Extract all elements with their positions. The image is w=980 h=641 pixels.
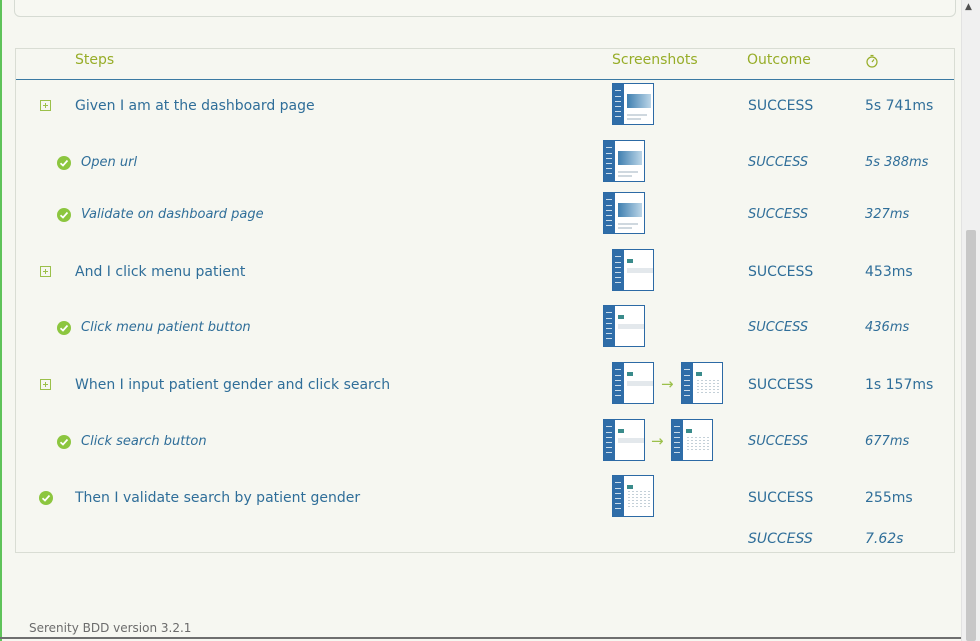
screenshot-thumbnail[interactable] xyxy=(612,362,654,404)
outcome-value: SUCCESS xyxy=(748,98,814,114)
step-label: Given I am at the dashboard page xyxy=(75,98,315,114)
outcome-value: SUCCESS xyxy=(748,264,814,280)
summary-card xyxy=(14,0,956,17)
duration-value: 5s 388ms xyxy=(865,155,929,170)
substep-label: Click menu patient button xyxy=(81,320,251,335)
duration-value: 327ms xyxy=(865,207,910,222)
step-label: And I click menu patient xyxy=(75,264,246,280)
total-row: SUCCESS 7.62s xyxy=(16,530,954,574)
screenshots-header: Screenshots xyxy=(612,52,698,68)
total-outcome: SUCCESS xyxy=(748,531,813,547)
screenshot-thumbnail[interactable] xyxy=(612,83,654,125)
stopwatch-icon xyxy=(865,54,879,72)
duration-value: 1s 157ms xyxy=(865,377,934,393)
outcome-value: SUCCESS xyxy=(748,155,809,170)
substep-row: Open url SUCCESS 5s 388ms xyxy=(16,140,954,198)
steps-header: Steps xyxy=(75,52,115,68)
screenshot-thumbnail[interactable] xyxy=(612,475,654,517)
steps-table: Steps Screenshots Outcome Given I am at … xyxy=(15,48,955,553)
outcome-value: SUCCESS xyxy=(748,207,809,222)
step-row: When I input patient gender and click se… xyxy=(16,362,954,420)
expand-icon[interactable] xyxy=(40,100,51,111)
duration-value: 5s 741ms xyxy=(865,98,934,114)
left-accent-bar xyxy=(0,0,2,641)
vertical-scrollbar[interactable]: ▲ xyxy=(961,0,980,641)
duration-value: 453ms xyxy=(865,264,913,280)
total-duration: 7.62s xyxy=(865,531,904,547)
screenshot-thumbnail[interactable] xyxy=(671,419,713,461)
step-label: Then I validate search by patient gender xyxy=(75,490,361,506)
expand-icon[interactable] xyxy=(40,379,51,390)
scroll-thumb[interactable] xyxy=(966,230,976,641)
substep-label: Click search button xyxy=(81,434,207,449)
check-circle-icon xyxy=(57,435,71,449)
outcome-header: Outcome xyxy=(747,52,811,68)
screenshot-thumbnail[interactable] xyxy=(603,192,645,234)
outcome-value: SUCCESS xyxy=(748,434,809,449)
outcome-value: SUCCESS xyxy=(748,377,814,393)
screenshot-thumbnail[interactable] xyxy=(603,419,645,461)
substep-label: Open url xyxy=(81,155,138,170)
outcome-value: SUCCESS xyxy=(748,320,809,335)
arrow-icon: → xyxy=(651,432,664,450)
substep-row: Click menu patient button SUCCESS 436ms xyxy=(16,305,954,363)
substep-row: Click search button → SUCCESS 677ms xyxy=(16,419,954,477)
screenshot-thumbnail[interactable] xyxy=(681,362,723,404)
check-circle-icon xyxy=(57,321,71,335)
scroll-up-icon[interactable]: ▲ xyxy=(965,2,972,12)
expand-icon[interactable] xyxy=(40,266,51,277)
outcome-value: SUCCESS xyxy=(748,490,814,506)
duration-value: 436ms xyxy=(865,320,910,335)
step-label: When I input patient gender and click se… xyxy=(75,377,391,393)
substep-label: Validate on dashboard page xyxy=(81,207,264,222)
step-row: And I click menu patient SUCCESS 453ms xyxy=(16,249,954,307)
screenshot-thumbnail[interactable] xyxy=(603,305,645,347)
footer-version: Serenity BDD version 3.2.1 xyxy=(29,621,192,635)
screenshot-thumbnail[interactable] xyxy=(603,140,645,182)
step-row: Then I validate search by patient gender… xyxy=(16,475,954,533)
step-row: Given I am at the dashboard page SUCCESS… xyxy=(16,83,954,141)
check-circle-icon xyxy=(57,156,71,170)
check-circle-icon xyxy=(39,491,53,505)
screenshot-thumbnail[interactable] xyxy=(612,249,654,291)
duration-value: 255ms xyxy=(865,490,913,506)
bottom-border xyxy=(0,637,962,639)
duration-value: 677ms xyxy=(865,434,910,449)
check-circle-icon xyxy=(57,208,71,222)
arrow-icon: → xyxy=(661,375,674,393)
table-header: Steps Screenshots Outcome xyxy=(16,49,954,80)
substep-row: Validate on dashboard page SUCCESS 327ms xyxy=(16,192,954,250)
